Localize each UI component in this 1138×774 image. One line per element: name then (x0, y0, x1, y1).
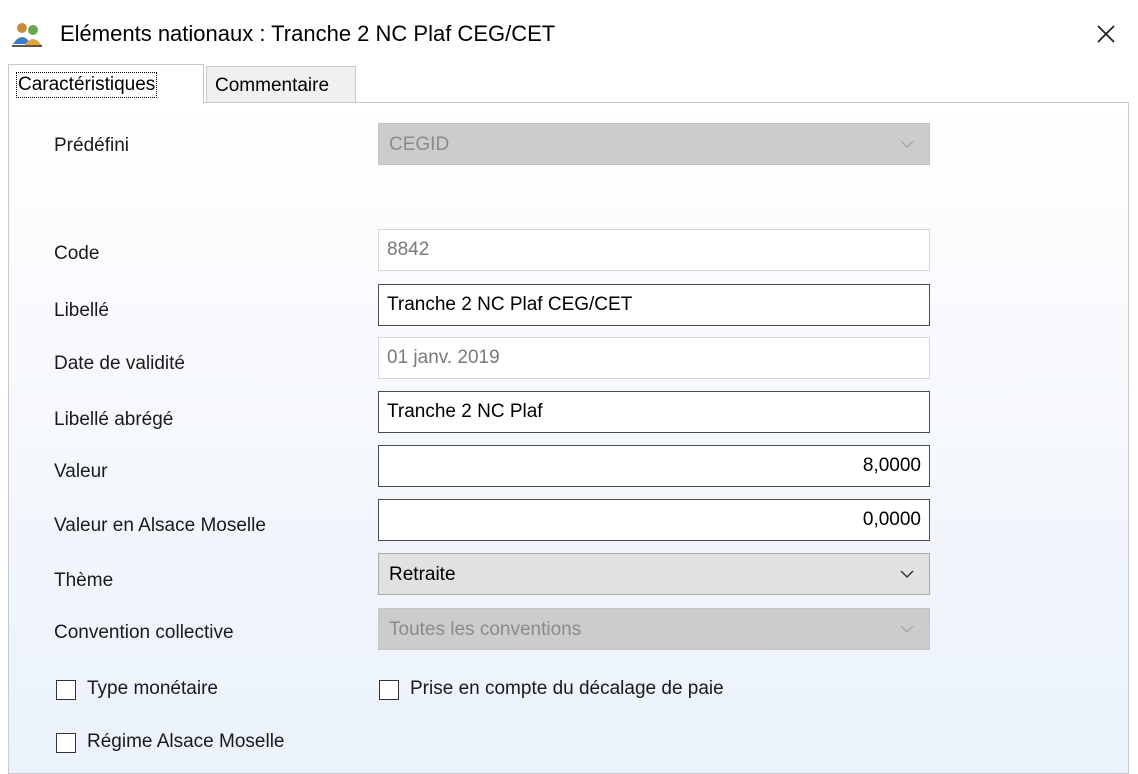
valeur-alsace-label: Valeur en Alsace Moselle (54, 515, 266, 536)
window-title: Eléments nationaux : Tranche 2 NC Plaf C… (60, 21, 556, 46)
tab-caracteristiques[interactable]: Caractéristiques (8, 64, 204, 104)
date-validite-label: Date de validité (54, 353, 185, 374)
title-bar: Eléments nationaux : Tranche 2 NC Plaf C… (0, 0, 1138, 66)
theme-select[interactable]: Retraite (378, 553, 930, 595)
valeur-alsace-field[interactable]: 0,0000 (378, 499, 930, 541)
prise-en-compte-label: Prise en compte du décalage de paie (410, 678, 724, 699)
convention-value: Toutes les conventions (389, 619, 582, 640)
convention-label: Convention collective (54, 622, 234, 643)
valeur-field[interactable]: 8,0000 (378, 445, 930, 487)
chevron-down-icon (900, 570, 914, 579)
checkbox-box[interactable] (56, 680, 76, 700)
chevron-down-icon (900, 625, 914, 634)
libelle-abrege-label: Libellé abrégé (54, 409, 174, 430)
code-label: Code (54, 243, 100, 264)
libelle-field[interactable]: Tranche 2 NC Plaf CEG/CET (378, 284, 930, 326)
regime-alsace-label: Régime Alsace Moselle (87, 731, 285, 752)
libelle-label: Libellé (54, 300, 109, 321)
convention-select: Toutes les conventions (378, 608, 930, 650)
checkbox-box[interactable] (56, 733, 76, 753)
date-validite-field: 01 janv. 2019 (378, 337, 930, 379)
close-icon[interactable] (1092, 20, 1120, 48)
valeur-label: Valeur (54, 461, 108, 482)
tab-label: Commentaire (215, 75, 330, 96)
theme-label: Thème (54, 570, 114, 591)
people-icon (12, 23, 42, 47)
chevron-down-icon (900, 140, 914, 149)
code-field: 8842 (378, 229, 930, 271)
checkbox-box[interactable] (379, 680, 399, 700)
predefini-value: CEGID (389, 134, 450, 155)
libelle-abrege-field[interactable]: Tranche 2 NC Plaf (378, 391, 930, 433)
theme-value: Retraite (389, 564, 456, 585)
characteristics-panel: Prédéfini CEGID Code 8842 Libellé Tranch… (8, 102, 1129, 774)
tab-label: Caractéristiques (15, 72, 158, 98)
tab-commentaire[interactable]: Commentaire (206, 66, 356, 102)
type-monetaire-label: Type monétaire (87, 678, 218, 699)
predefini-label: Prédéfini (54, 135, 129, 156)
predefini-select: CEGID (378, 123, 930, 165)
